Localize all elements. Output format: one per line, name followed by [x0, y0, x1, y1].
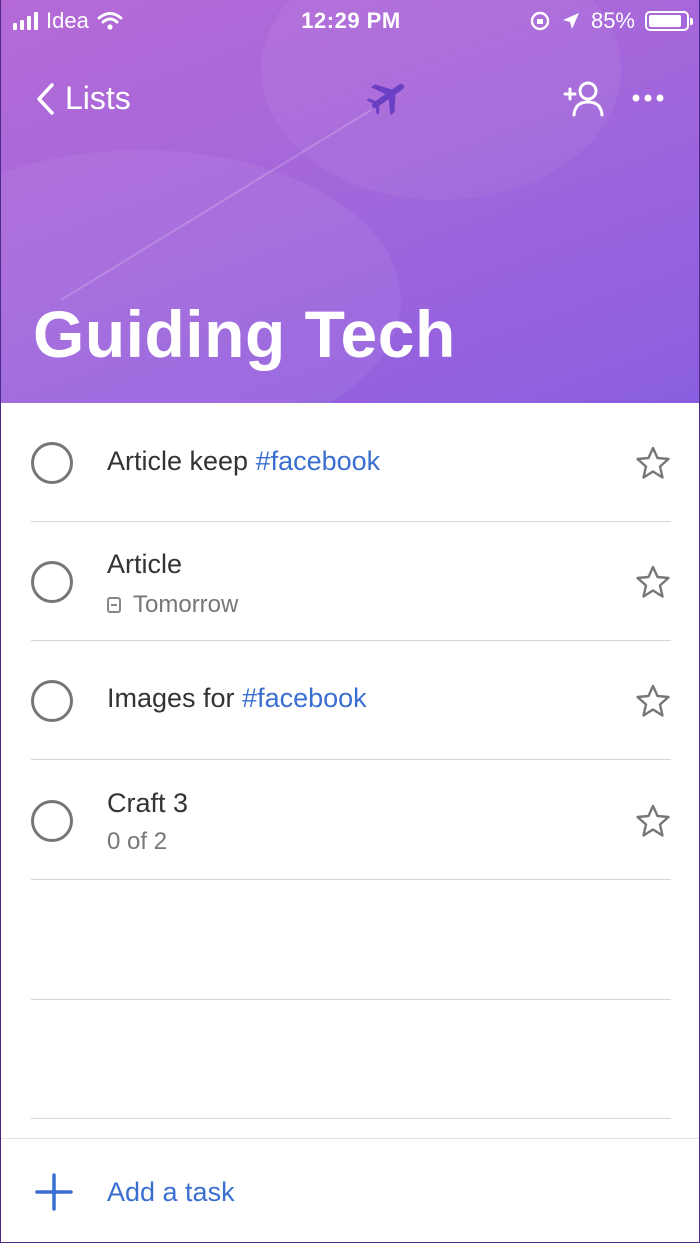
- add-person-icon[interactable]: [563, 80, 607, 118]
- back-label: Lists: [65, 80, 131, 116]
- location-icon: [562, 13, 579, 29]
- list-header: Idea 12:29 PM 85% Lists Guiding Tech: [1, 0, 699, 403]
- star-icon[interactable]: [634, 445, 672, 481]
- complete-checkbox[interactable]: [31, 442, 73, 484]
- add-task-button[interactable]: Add a task: [1, 1139, 699, 1242]
- task-title: Article keep #facebook: [107, 446, 380, 477]
- complete-checkbox[interactable]: [31, 800, 73, 842]
- status-bar: Idea 12:29 PM 85%: [1, 0, 699, 40]
- plus-icon: [35, 1173, 73, 1211]
- complete-checkbox[interactable]: [31, 680, 73, 722]
- hashtag-link[interactable]: #facebook: [256, 446, 381, 476]
- due-date-label: Tomorrow: [133, 591, 239, 618]
- task-row[interactable]: Article Tomorrow: [1, 522, 699, 640]
- airplane-icon: [366, 83, 405, 116]
- more-icon[interactable]: [631, 86, 665, 110]
- task-row[interactable]: Images for #facebook: [1, 641, 699, 759]
- calendar-icon: [107, 597, 121, 613]
- task-row[interactable]: Craft 3 0 of 2: [1, 760, 699, 878]
- task-row[interactable]: Article keep #facebook: [1, 403, 699, 521]
- task-title: Craft 3: [107, 788, 189, 818]
- task-title: Article: [107, 549, 183, 579]
- row-divider: [31, 999, 671, 1000]
- chevron-left-icon: [37, 82, 54, 115]
- row-divider: [31, 1118, 671, 1119]
- task-text: Article keep: [107, 446, 256, 476]
- star-icon[interactable]: [634, 564, 672, 600]
- star-icon[interactable]: [634, 683, 672, 719]
- app-screen: Idea 12:29 PM 85% Lists Guiding Tech Art…: [0, 0, 700, 1243]
- row-divider: [31, 879, 671, 880]
- due-date: Tomorrow: [107, 591, 238, 619]
- battery-icon: [645, 11, 693, 31]
- rotation-lock-icon: [530, 11, 550, 31]
- complete-checkbox[interactable]: [31, 561, 73, 603]
- list-title: Guiding Tech: [33, 297, 456, 371]
- hashtag-link[interactable]: #facebook: [242, 683, 367, 713]
- battery-percent: 85%: [590, 8, 635, 33]
- subtask-progress: 0 of 2: [107, 828, 168, 855]
- task-text: Images for: [107, 683, 243, 713]
- add-task-label: Add a task: [107, 1177, 235, 1207]
- task-title: Images for #facebook: [107, 683, 367, 714]
- back-button[interactable]: Lists: [35, 80, 131, 117]
- star-icon[interactable]: [634, 803, 672, 839]
